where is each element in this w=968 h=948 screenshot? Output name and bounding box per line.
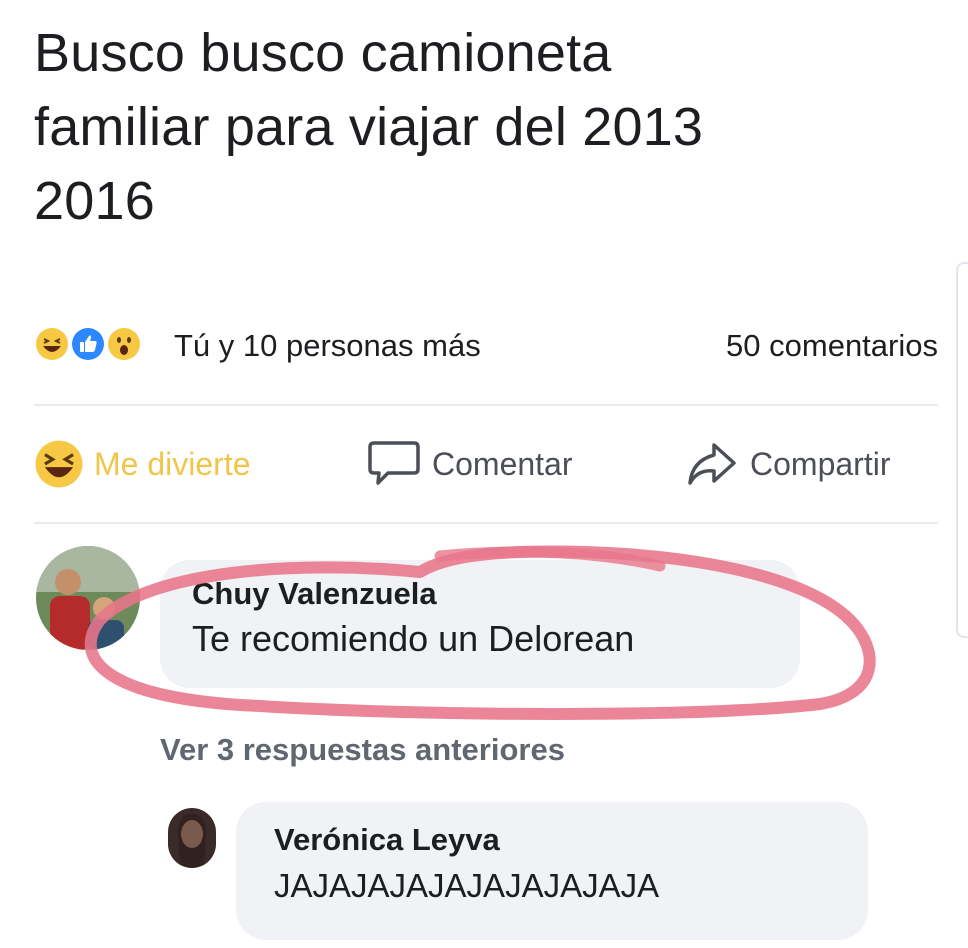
post-text-line: Busco busco camioneta — [34, 23, 612, 83]
view-previous-replies-link[interactable]: Ver 3 respuestas anteriores — [160, 730, 565, 770]
comment-button-label: Comentar — [432, 445, 573, 482]
like-icon — [70, 326, 106, 362]
divider — [34, 404, 938, 406]
laugh-emoji-icon — [34, 439, 84, 489]
comment-text: Te recomiendo un Delorean — [192, 618, 635, 659]
share-arrow-icon — [684, 439, 740, 489]
reactions-count[interactable]: Tú y 10 personas más — [174, 328, 481, 364]
reply-text: JAJAJAJAJAJAJAJAJAJA — [274, 867, 660, 904]
share-button-label: Compartir — [750, 445, 891, 482]
reply-author[interactable]: Verónica Leyva — [274, 820, 830, 860]
comment-button[interactable]: Comentar — [366, 434, 573, 494]
laugh-emoji-icon — [34, 326, 70, 362]
reply-avatar[interactable] — [168, 808, 216, 868]
reply-bubble[interactable]: Verónica Leyva JAJAJAJAJAJAJAJAJAJA — [236, 802, 868, 940]
reaction-icons[interactable] — [34, 326, 166, 364]
post-text: Busco busco camioneta familiar para viaj… — [34, 16, 914, 238]
reaction-button-label: Me divierte — [94, 445, 251, 482]
divider — [34, 522, 938, 524]
wow-emoji-icon — [106, 326, 142, 362]
post-actions: Me divierte Comentar Compartir — [34, 434, 938, 494]
post-text-line: familiar para viajar del 2013 — [34, 97, 704, 157]
reaction-button[interactable]: Me divierte — [34, 434, 251, 494]
speech-bubble-icon — [366, 439, 422, 489]
post-text-line: 2016 — [34, 171, 155, 231]
comments-count[interactable]: 50 comentarios — [726, 328, 938, 364]
reactions-summary[interactable]: Tú y 10 personas más 50 comentarios — [34, 322, 938, 370]
commenter-avatar[interactable] — [36, 546, 140, 650]
comment-bubble[interactable]: Chuy Valenzuela Te recomiendo un Delorea… — [160, 560, 800, 688]
comment-author[interactable]: Chuy Valenzuela — [192, 574, 768, 614]
share-button[interactable]: Compartir — [684, 434, 890, 494]
scrollbar[interactable] — [956, 262, 968, 638]
